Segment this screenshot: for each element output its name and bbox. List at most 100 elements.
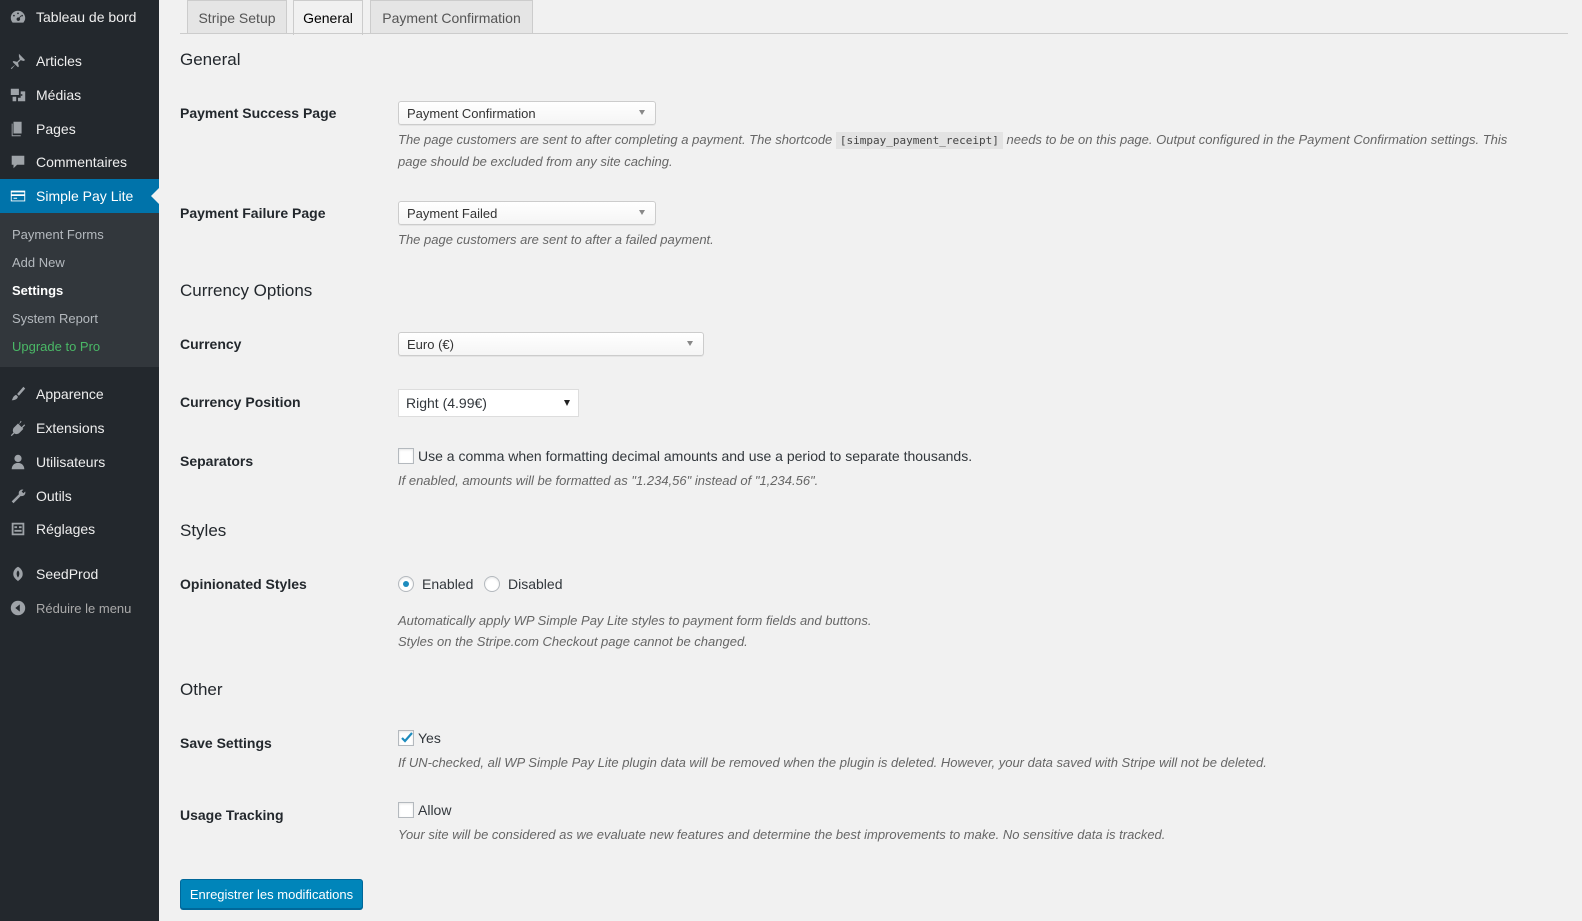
selected-value: Euro (€) (407, 336, 454, 352)
menu-item-reglages[interactable]: Réglages (0, 512, 159, 546)
usage-tracking-description: Your site will be considered as we evalu… (398, 827, 1166, 842)
chevron-down-icon (564, 400, 570, 406)
tab-payment-confirmation[interactable]: Payment Confirmation (370, 0, 533, 34)
opinionated-styles-enabled-radio[interactable] (398, 576, 414, 592)
currency-position-select[interactable]: Right (4.99€) (398, 389, 579, 417)
menu-item-extensions[interactable]: Extensions (0, 411, 159, 445)
separators-label: Separators (180, 453, 254, 469)
menu-item-medias[interactable]: Médias (0, 78, 159, 112)
menu-item-seedprod[interactable]: SeedProd (0, 557, 159, 591)
section-title-other: Other (180, 680, 223, 699)
collapse-menu-button[interactable]: Réduire le menu (0, 591, 159, 625)
menu-item-label: Commentaires (36, 154, 128, 170)
simple-pay-submenu: Payment Forms Add New Settings System Re… (0, 213, 159, 367)
menu-item-label: Pages (36, 121, 76, 137)
submenu-settings[interactable]: Settings (12, 283, 63, 298)
sliders-icon (8, 520, 28, 538)
save-changes-button[interactable]: Enregistrer les modifications (180, 879, 363, 909)
opinionated-styles-disabled-label[interactable]: Disabled (508, 576, 562, 592)
selected-value: Right (4.99€) (406, 395, 487, 411)
usage-tracking-checkbox[interactable] (398, 802, 414, 818)
dashboard-icon (8, 8, 28, 26)
wrench-icon (8, 487, 28, 505)
menu-item-label: Outils (36, 488, 72, 504)
submenu-upgrade-to-pro[interactable]: Upgrade to Pro (12, 339, 100, 354)
submenu-system-report[interactable]: System Report (12, 311, 98, 326)
menu-item-label: Articles (36, 53, 82, 69)
desc-text: Automatically apply WP Simple Pay Lite s… (398, 613, 872, 628)
menu-item-dashboard[interactable]: Tableau de bord (0, 0, 159, 34)
chevron-down-icon (687, 341, 693, 346)
menu-item-label: Simple Pay Lite (36, 188, 134, 204)
menu-item-label: Réglages (36, 521, 96, 537)
brush-icon (8, 385, 28, 403)
separators-description: If enabled, amounts will be formatted as… (398, 473, 819, 488)
tab-label: General (303, 10, 353, 26)
tab-label: Stripe Setup (198, 9, 276, 26)
payment-success-page-label: Payment Success Page (180, 105, 337, 121)
currency-label: Currency (180, 336, 242, 352)
menu-item-label: Utilisateurs (36, 454, 106, 470)
usage-tracking-label: Usage Tracking (180, 807, 284, 823)
opinionated-styles-label: Opinionated Styles (180, 576, 307, 592)
opinionated-styles-description: Automatically apply WP Simple Pay Lite s… (398, 610, 872, 652)
save-settings-description: If UN-checked, all WP Simple Pay Lite pl… (398, 755, 1267, 770)
section-title-general: General (180, 50, 241, 69)
payment-success-page-description: The page customers are sent to after com… (398, 129, 1563, 172)
collapse-icon (8, 599, 28, 617)
checkmark-icon (401, 732, 413, 743)
shortcode: [simpay_payment_receipt] (835, 132, 1003, 149)
tab-divider (180, 33, 1568, 34)
separators-checkbox-label[interactable]: Use a comma when formatting decimal amou… (418, 448, 972, 464)
desc-text: needs to be on this page. Output configu… (1006, 132, 1508, 147)
user-icon (8, 453, 28, 471)
payment-failure-page-select[interactable]: Payment Failed (398, 201, 656, 225)
simplepay-icon (8, 187, 28, 205)
payment-failure-page-label: Payment Failure Page (180, 205, 326, 221)
selected-value: Payment Failed (407, 205, 498, 221)
currency-position-label: Currency Position (180, 394, 301, 410)
chevron-down-icon (639, 110, 645, 115)
tab-stripe-setup[interactable]: Stripe Setup (187, 0, 287, 34)
menu-item-apparence[interactable]: Apparence (0, 377, 159, 411)
pin-icon (8, 52, 28, 70)
menu-item-simple-pay-lite[interactable]: Simple Pay Lite (0, 179, 159, 213)
tab-label: Payment Confirmation (382, 9, 521, 26)
chevron-down-icon (639, 210, 645, 215)
menu-item-commentaires[interactable]: Commentaires (0, 145, 159, 179)
section-title-styles: Styles (180, 521, 227, 540)
menu-item-utilisateurs[interactable]: Utilisateurs (0, 445, 159, 479)
selected-value: Payment Confirmation (407, 105, 536, 121)
plugin-icon (8, 419, 28, 437)
usage-tracking-checkbox-label[interactable]: Allow (418, 802, 451, 818)
menu-item-pages[interactable]: Pages (0, 112, 159, 146)
submenu-add-new[interactable]: Add New (12, 255, 65, 270)
save-settings-label: Save Settings (180, 735, 272, 751)
menu-item-articles[interactable]: Articles (0, 44, 159, 78)
media-icon (8, 86, 28, 104)
menu-item-label: SeedProd (36, 566, 99, 582)
payment-success-page-select[interactable]: Payment Confirmation (398, 101, 656, 125)
opinionated-styles-disabled-radio[interactable] (484, 576, 500, 592)
pages-icon (8, 120, 28, 138)
comment-icon (8, 153, 28, 171)
opinionated-styles-enabled-label[interactable]: Enabled (422, 576, 473, 592)
submenu-payment-forms[interactable]: Payment Forms (12, 227, 104, 242)
desc-text: The page customers are sent to after com… (398, 132, 833, 147)
seedprod-icon (8, 565, 28, 583)
menu-item-label: Extensions (36, 420, 105, 436)
tab-general[interactable]: General (293, 0, 363, 35)
menu-item-label: Médias (36, 87, 82, 103)
payment-failure-page-description: The page customers are sent to after a f… (398, 232, 714, 247)
menu-item-label: Apparence (36, 386, 104, 402)
separators-checkbox[interactable] (398, 448, 414, 464)
admin-sidebar: Tableau de bord Articles Médias Pages Co… (0, 0, 159, 921)
save-settings-checkbox[interactable] (398, 730, 414, 746)
menu-item-outils[interactable]: Outils (0, 479, 159, 513)
desc-text: page should be excluded from any site ca… (398, 154, 673, 169)
menu-item-label: Tableau de bord (36, 9, 137, 25)
currency-select[interactable]: Euro (€) (398, 332, 704, 356)
desc-text: Styles on the Stripe.com Checkout page c… (398, 634, 748, 649)
save-settings-checkbox-label[interactable]: Yes (418, 730, 441, 746)
section-title-currency-options: Currency Options (180, 281, 313, 300)
